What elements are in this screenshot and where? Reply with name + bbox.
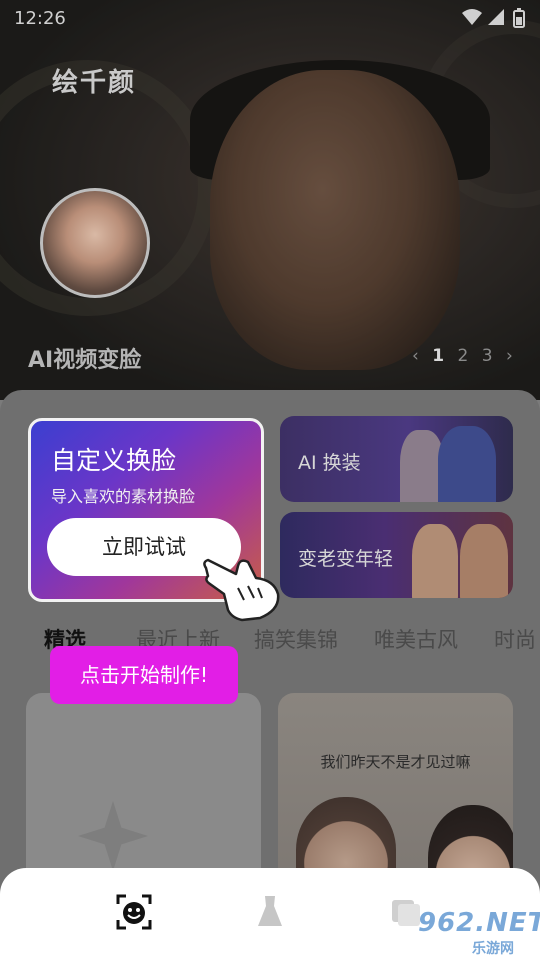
tile-caption: 我们昨天不是才见过嘛 <box>320 753 471 771</box>
watermark-text: 乐游网 <box>472 941 514 957</box>
card-label: 变老变年轻 <box>298 548 394 570</box>
watermark-number: 962.NET <box>418 908 540 938</box>
pointing-hand-icon <box>203 558 280 622</box>
ai-dress-card[interactable]: AI 换装 <box>280 416 513 502</box>
card-subtitle: 导入喜欢的素材换脸 <box>51 487 196 506</box>
dress-icon[interactable] <box>250 892 290 932</box>
chevron-right-icon[interactable]: › <box>506 346 513 366</box>
card-figure <box>460 524 508 598</box>
card-figure <box>412 524 458 598</box>
status-bar: 12:26 <box>0 0 540 36</box>
app-title: 绘千颜 <box>52 68 137 98</box>
pager-item[interactable]: 1 <box>432 346 444 366</box>
tab-ancient[interactable]: 唯美古风 <box>374 624 458 654</box>
watermark: 962.NET 乐游网 <box>400 908 540 957</box>
card-title: 自定义换脸 <box>51 446 177 475</box>
wifi-icon <box>462 9 482 25</box>
card-figure <box>438 426 496 502</box>
sparkle-icon <box>78 801 148 871</box>
tab-funny[interactable]: 搞笑集锦 <box>254 624 338 654</box>
face-swap-icon[interactable] <box>114 892 154 932</box>
pager-item[interactable]: 3 <box>482 346 493 366</box>
pager-item[interactable]: 2 <box>457 346 468 366</box>
signal-icon <box>488 9 504 25</box>
start-tooltip[interactable]: 点击开始制作! <box>50 646 238 704</box>
status-time: 12:26 <box>14 8 66 29</box>
tab-fashion[interactable]: 时尚 <box>494 624 536 654</box>
card-label: AI 换装 <box>298 452 361 474</box>
age-change-card[interactable]: 变老变年轻 <box>280 512 513 598</box>
avatar[interactable] <box>40 188 150 298</box>
chevron-left-icon[interactable]: ‹ <box>412 346 419 366</box>
banner-pager[interactable]: ‹ 1 2 3 › <box>408 346 517 366</box>
banner-caption: AI视频变脸 <box>28 348 142 373</box>
battery-icon <box>513 8 525 28</box>
